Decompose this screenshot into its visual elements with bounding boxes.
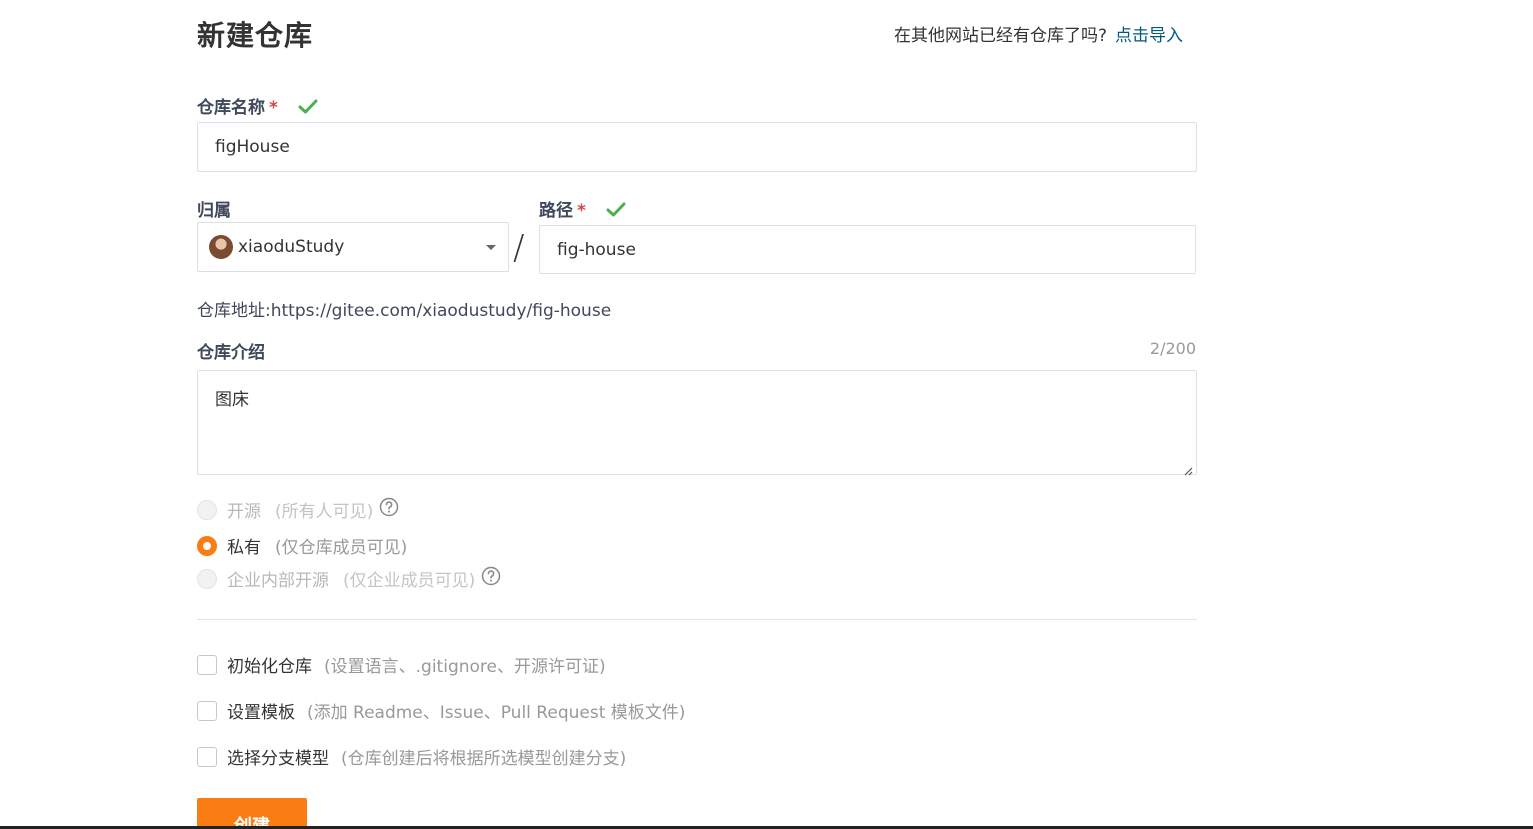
radio-public[interactable] [197, 499, 217, 520]
checkbox-branch-model[interactable] [197, 746, 217, 767]
path-label-text: 路径 [539, 201, 573, 221]
description-label: 仓库介绍 [197, 343, 265, 363]
visibility-option-label: 开源 [227, 502, 261, 522]
avatar [209, 235, 233, 259]
chevron-down-icon [486, 245, 496, 250]
visibility-option-enterprise[interactable]: 企业内部开源 (仅企业成员可见) [197, 566, 501, 591]
visibility-option-public[interactable]: 开源 (所有人可见) [197, 497, 399, 522]
help-icon[interactable] [481, 566, 501, 591]
visibility-option-hint: (仅企业成员可见) [343, 571, 476, 591]
repo-url-value: https://gitee.com/xiaodustudy/fig-house [270, 301, 612, 321]
repo-name-input[interactable]: figHouse [197, 122, 1197, 172]
option-hint: (仓库创建后将根据所选模型创建分支) [341, 749, 627, 769]
owner-select-value: xiaoduStudy [238, 237, 345, 257]
option-label: 设置模板 [227, 703, 295, 723]
required-mark: * [269, 98, 278, 118]
resize-handle-icon[interactable] [1183, 461, 1193, 476]
checkbox-template[interactable] [197, 700, 217, 721]
repo-name-label-text: 仓库名称 [197, 98, 265, 118]
page-title: 新建仓库 [197, 19, 314, 52]
visibility-option-label: 企业内部开源 [227, 571, 329, 591]
help-icon[interactable] [379, 497, 399, 522]
path-input[interactable]: fig-house [539, 225, 1196, 274]
divider [197, 619, 1197, 620]
checkbox-init-repo[interactable] [197, 654, 217, 675]
check-icon [298, 99, 318, 120]
visibility-option-hint: (仅仓库成员可见) [275, 538, 408, 558]
radio-private[interactable] [197, 535, 217, 556]
repo-name-label: 仓库名称 * [197, 93, 318, 120]
option-template[interactable]: 设置模板 (添加 Readme、Issue、Pull Request 模板文件) [197, 698, 685, 723]
required-mark: * [577, 201, 586, 221]
repo-url: 仓库地址:https://gitee.com/xiaodustudy/fig-h… [197, 296, 611, 321]
description-textarea[interactable]: 图床 [197, 370, 1197, 476]
option-label: 初始化仓库 [227, 657, 312, 677]
owner-select[interactable]: xiaoduStudy [197, 222, 509, 272]
visibility-option-private[interactable]: 私有 (仅仓库成员可见) [197, 533, 407, 558]
repo-url-label: 仓库地址: [197, 301, 271, 321]
import-question: 在其他网站已经有仓库了吗? [894, 26, 1108, 46]
option-hint: (设置语言、.gitignore、开源许可证) [324, 657, 606, 677]
option-branch-model[interactable]: 选择分支模型 (仓库创建后将根据所选模型创建分支) [197, 744, 626, 769]
owner-path-separator: / [513, 228, 525, 268]
visibility-option-hint: (所有人可见) [275, 502, 374, 522]
path-label: 路径 * [539, 196, 626, 223]
radio-enterprise[interactable] [197, 568, 217, 589]
import-link[interactable]: 点击导入 [1115, 26, 1183, 46]
option-init-repo[interactable]: 初始化仓库 (设置语言、.gitignore、开源许可证) [197, 652, 606, 677]
option-label: 选择分支模型 [227, 749, 329, 769]
create-button[interactable]: 创建 [197, 798, 307, 829]
option-hint: (添加 Readme、Issue、Pull Request 模板文件) [307, 703, 686, 723]
description-value: 图床 [215, 390, 249, 410]
owner-label: 归属 [197, 201, 231, 221]
visibility-option-label: 私有 [227, 538, 261, 558]
check-icon [606, 202, 626, 223]
description-counter: 2/200 [1149, 339, 1196, 358]
import-prompt: 在其他网站已经有仓库了吗? 点击导入 [894, 21, 1183, 46]
